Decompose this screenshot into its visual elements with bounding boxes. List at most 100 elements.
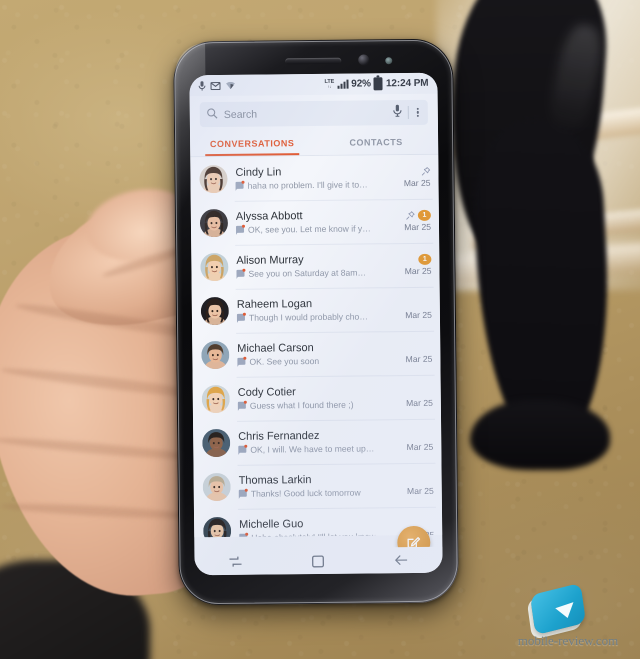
watermark: mobile-review.com <box>506 582 630 653</box>
contact-name: Michelle Guo <box>239 518 304 531</box>
conversation-row[interactable]: Thomas Larkin Thanks! Good luck tomorrow M… <box>193 463 441 510</box>
avatar <box>200 296 230 326</box>
unread-badge: 1 <box>418 253 432 265</box>
message-preview: Thanks! Good luck tomorrow <box>238 487 392 499</box>
message-preview: Though I would probably cho… <box>236 311 390 323</box>
earpiece-speaker <box>285 57 342 65</box>
conversation-text: Thomas Larkin Thanks! Good luck tomorrow <box>239 473 392 498</box>
conversation-row[interactable]: Chris Fernandez OK, I will. We have to me… <box>193 419 441 466</box>
recents-icon[interactable] <box>219 553 253 571</box>
conversation-text: Michelle Guo Haha absolutely! I'll let yo… <box>239 517 392 538</box>
conversation-row[interactable]: Alyssa Abbott OK, see you. Let me know if… <box>191 199 439 246</box>
phone-body: LTE ↑↓ 92% 12:24 PM Search CONVERSATIONS… <box>173 38 459 606</box>
network-type-indicator: LTE ↑↓ <box>324 78 335 90</box>
message-date: Mar 25 <box>406 485 434 497</box>
message-date: Mar 25 <box>404 221 432 233</box>
avatar <box>201 340 230 370</box>
preview-text: Though I would probably cho… <box>248 311 368 323</box>
conversation-list[interactable]: Cindy Lin haha no problem. I'll give it t… <box>190 154 443 538</box>
conversation-text: Raheem Logan Though I would probably cho… <box>237 297 390 322</box>
conversation-text: Chris Fernandez OK, I will. We have to me… <box>238 429 391 454</box>
message-status-icon <box>237 358 246 366</box>
contact-name: Cody Cotier <box>237 386 296 399</box>
message-status-icon <box>235 182 244 190</box>
message-status-icon <box>239 534 248 538</box>
clock-label: 12:24 PM <box>385 77 429 90</box>
search-icon <box>207 106 218 124</box>
contact-name: Alison Murray <box>236 254 304 268</box>
avatar <box>202 472 231 502</box>
front-camera-icon <box>358 54 370 66</box>
contact-name: Raheem Logan <box>236 298 313 311</box>
pin-icon <box>421 167 431 176</box>
avatar <box>200 252 229 282</box>
avatar <box>199 164 228 194</box>
contact-name: Alyssa Abbott <box>235 210 303 224</box>
tab-contacts[interactable]: CONTACTS <box>314 131 438 155</box>
message-preview: OK, I will. We have to meet up… <box>238 443 391 455</box>
row-indicators <box>421 166 431 177</box>
home-icon[interactable] <box>301 552 335 570</box>
preview-text: OK, I will. We have to meet up… <box>250 443 375 455</box>
avatar <box>202 428 231 458</box>
conversation-meta: Mar 25 <box>398 298 432 320</box>
status-bar-left-icons <box>198 80 235 91</box>
message-preview: OK, see you. Let me know if y… <box>235 223 389 235</box>
android-navigation-bar <box>194 546 443 576</box>
wifi-icon <box>225 81 235 89</box>
conversation-meta: Mar 25 <box>399 430 434 453</box>
phone-screen: LTE ↑↓ 92% 12:24 PM Search CONVERSATIONS… <box>189 72 443 576</box>
proximity-sensor-icon <box>385 57 393 65</box>
status-bar-right-icons: LTE ↑↓ 92% 12:24 PM <box>324 77 429 91</box>
message-date: Mar 25 <box>405 353 433 365</box>
preview-text: haha no problem. I'll give it to… <box>247 179 368 191</box>
more-vertical-icon[interactable] <box>415 107 421 118</box>
conversation-row[interactable]: Alison Murray See you on Saturday at 8am…… <box>191 243 439 290</box>
conversation-meta: Mar 25 <box>396 166 431 188</box>
battery-percent-label: 92% <box>351 78 372 90</box>
back-icon[interactable] <box>384 551 418 569</box>
avatar <box>203 516 232 538</box>
conversation-row[interactable]: Cody Cotier Guess what I found there ;) Ma… <box>193 375 441 422</box>
conversation-text: Michael Carson OK. See you soon <box>237 341 390 366</box>
tab-bar: CONVERSATIONS CONTACTS <box>189 128 439 157</box>
message-status-icon <box>238 490 247 498</box>
message-date: Mar 25 <box>406 441 434 453</box>
preview-text: OK. See you soon <box>249 355 320 367</box>
message-preview: haha no problem. I'll give it to… <box>235 179 389 191</box>
pin-icon <box>421 167 431 176</box>
unread-badge: 1 <box>417 209 431 221</box>
message-date: Mar 25 <box>404 265 432 277</box>
message-status-icon <box>236 314 245 322</box>
pin-icon <box>406 211 415 220</box>
avatar <box>199 208 229 238</box>
preview-text: See you on Saturday at 8am… <box>248 267 367 279</box>
preview-text: Thanks! Good luck tomorrow <box>250 487 361 499</box>
battery-full-icon <box>373 77 384 91</box>
search-input[interactable]: Search <box>199 99 428 128</box>
watermark-text: mobile-review.com <box>517 633 619 648</box>
preview-text: Guess what I found there ;) <box>249 399 354 411</box>
email-icon <box>210 81 221 90</box>
conversation-meta: Mar 25 <box>400 474 434 496</box>
photo-scene: LTE ↑↓ 92% 12:24 PM Search CONVERSATIONS… <box>0 0 640 659</box>
message-status-icon <box>236 270 245 278</box>
preview-text: Haha absolutely! I'll let you know <box>251 531 376 538</box>
conversation-meta: Mar 25 <box>398 342 433 365</box>
contact-name: Thomas Larkin <box>238 474 312 487</box>
conversation-row[interactable]: Michael Carson OK. See you soon Mar 25 <box>192 331 440 378</box>
status-bar: LTE ↑↓ 92% 12:24 PM <box>189 72 438 97</box>
microphone-icon[interactable] <box>393 104 402 122</box>
contact-name: Cindy Lin <box>235 166 282 180</box>
contact-name: Chris Fernandez <box>238 430 320 443</box>
conversation-text: Alison Murray See you on Saturday at 8am… <box>236 253 389 278</box>
message-preview: OK. See you soon <box>237 355 390 367</box>
conversation-text: Cindy Lin haha no problem. I'll give it t… <box>235 165 389 191</box>
message-status-icon <box>238 446 247 454</box>
conversation-meta: 1 Mar 25 <box>397 253 432 277</box>
row-indicators: 1 <box>418 253 432 265</box>
conversation-row[interactable]: Cindy Lin haha no problem. I'll give it t… <box>190 155 438 202</box>
conversation-row[interactable]: Raheem Logan Though I would probably cho…… <box>192 287 440 334</box>
conversation-text: Cody Cotier Guess what I found there ;) <box>238 385 391 410</box>
message-preview: Haha absolutely! I'll let you know <box>239 531 392 538</box>
